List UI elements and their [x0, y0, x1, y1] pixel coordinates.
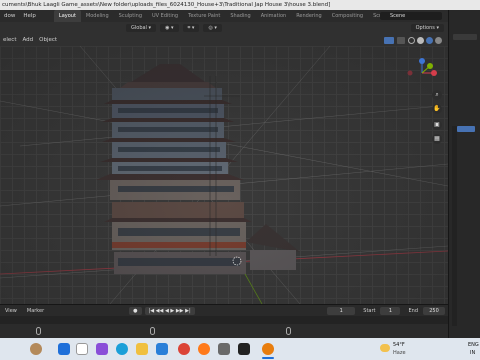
avatar[interactable]: [30, 343, 42, 355]
search-icon[interactable]: [76, 343, 88, 355]
3d-viewport[interactable]: ⌕ ✋ ▣ ▦: [0, 46, 448, 304]
menu-select[interactable]: elect: [0, 37, 19, 43]
overlay-toggle-icon[interactable]: [384, 36, 394, 44]
shading-material-icon[interactable]: [426, 36, 433, 44]
mouse-icon-2: [150, 327, 155, 335]
tool-header: Global ▾ ◉ ▾ ⌗ ▾ ◎ ▾ Options ▾: [0, 22, 448, 34]
active-app-indicator: [262, 357, 274, 359]
tab-compositing[interactable]: Compositing: [327, 10, 368, 22]
start-label: Start: [363, 307, 376, 314]
snap-icon[interactable]: ⌗ ▾: [182, 24, 200, 32]
options-label: Options: [415, 25, 435, 31]
tab-shading[interactable]: Shading: [225, 10, 255, 22]
menu-window[interactable]: dow: [0, 13, 19, 19]
pan-hand-icon[interactable]: ✋: [432, 104, 442, 114]
tab-animation[interactable]: Animation: [256, 10, 292, 22]
record-icon[interactable]: ●: [129, 306, 142, 315]
timeline-header: View Marker ● |◀ ◀◀ ◀ ▶ ▶▶ ▶| 1 Start 1 …: [0, 304, 448, 316]
menu-object[interactable]: Object: [36, 37, 60, 43]
timeline-marker-menu[interactable]: Marker: [22, 308, 49, 314]
timeline-view-menu[interactable]: View: [0, 308, 22, 314]
language-bottom[interactable]: IN: [470, 350, 475, 356]
perspective-grid-icon[interactable]: ▦: [432, 134, 442, 144]
mouse-icon-3: [286, 327, 291, 335]
start-frame-field[interactable]: 1: [380, 306, 401, 315]
viewport-header: elect Add Object: [0, 34, 448, 46]
notepad-icon[interactable]: [218, 343, 230, 355]
blender-icon[interactable]: [262, 343, 274, 355]
terminal-icon[interactable]: [238, 343, 250, 355]
window-controls[interactable]: [456, 1, 478, 9]
tab-layout[interactable]: Layout: [53, 10, 81, 22]
properties-tabs[interactable]: [452, 126, 457, 326]
copilot-icon[interactable]: [96, 343, 108, 355]
options-dropdown[interactable]: Options ▾: [410, 24, 444, 32]
tab-texture-paint[interactable]: Texture Paint: [183, 10, 225, 22]
edge-icon[interactable]: [116, 343, 128, 355]
menu-add[interactable]: Add: [19, 37, 36, 43]
weather-icon[interactable]: [380, 344, 390, 352]
window-title-bar: cuments\Bhuk Laagli Game_assets\New fold…: [0, 0, 480, 10]
outliner-search[interactable]: [453, 34, 477, 40]
menu-help[interactable]: Help: [19, 13, 40, 19]
timeline-ruler[interactable]: [0, 316, 448, 324]
navigation-gizmo[interactable]: [404, 58, 440, 88]
scene-selector[interactable]: Scene: [380, 12, 442, 20]
status-bar: [0, 324, 448, 338]
mouse-icon: [36, 327, 41, 335]
zoom-icon[interactable]: ⌕: [432, 90, 442, 100]
proportional-edit-icon[interactable]: ◎ ▾: [203, 24, 222, 32]
photos-icon[interactable]: [156, 343, 168, 355]
tab-modeling[interactable]: Modeling: [81, 10, 114, 22]
viewport-vignette: [0, 46, 448, 304]
properties-panel[interactable]: [448, 10, 480, 350]
properties-search[interactable]: [457, 126, 475, 132]
weather-desc: Haze: [393, 350, 406, 356]
weather-temp: 54°F: [393, 342, 405, 348]
playback-controls[interactable]: |◀ ◀◀ ◀ ▶ ▶▶ ▶|: [144, 306, 195, 315]
shading-wireframe-icon[interactable]: [408, 36, 415, 44]
tab-sculpting[interactable]: Sculpting: [114, 10, 147, 22]
windows-taskbar: 54°F Haze ENG IN: [0, 338, 480, 360]
transform-orientation-dropdown[interactable]: Global ▾: [126, 24, 157, 32]
pivot-icon[interactable]: ◉ ▾: [160, 24, 179, 32]
current-frame-field[interactable]: 1: [327, 306, 356, 315]
camera-view-icon[interactable]: ▣: [432, 120, 442, 130]
scene-label: Scene: [390, 13, 406, 19]
window-title: cuments\Bhuk Laagli Game_assets\New fold…: [2, 2, 331, 8]
end-frame-field[interactable]: 250: [423, 306, 445, 315]
orientation-label: Global: [131, 25, 147, 31]
chrome-icon[interactable]: [178, 343, 190, 355]
shading-rendered-icon[interactable]: [435, 36, 442, 44]
end-label: End: [408, 307, 418, 314]
language-top[interactable]: ENG: [468, 342, 479, 348]
start-icon[interactable]: [58, 343, 70, 355]
shading-solid-icon[interactable]: [417, 36, 424, 44]
tab-rendering[interactable]: Rendering: [291, 10, 327, 22]
firefox-icon[interactable]: [198, 343, 210, 355]
file-explorer-icon[interactable]: [136, 343, 148, 355]
tab-uv-editing[interactable]: UV Editing: [147, 10, 183, 22]
xray-icon[interactable]: [397, 36, 405, 44]
